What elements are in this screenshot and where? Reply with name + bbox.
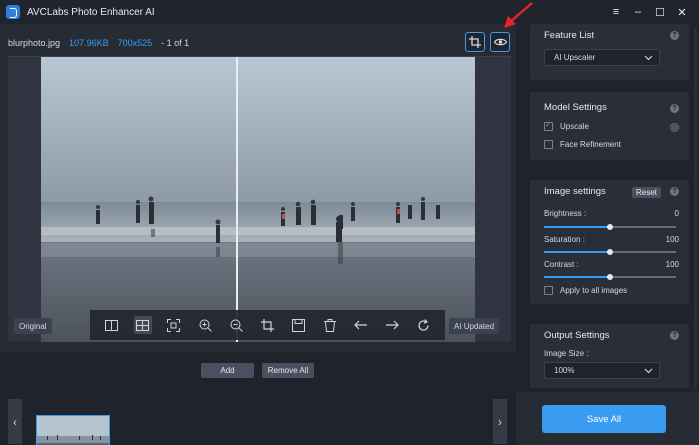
crop-icon[interactable] (258, 316, 276, 334)
close-icon[interactable]: ✕ (671, 6, 693, 19)
image-size-label: Image Size : (544, 349, 589, 358)
crop-tool-button[interactable] (465, 32, 485, 52)
image-size-select[interactable]: 100% (544, 362, 660, 379)
title-bar: AVCLabs Photo Enhancer AI ≡ – ☐ ✕ (0, 0, 699, 24)
saturation-slider-knob[interactable] (607, 249, 613, 255)
chevron-down-icon (644, 368, 653, 374)
compare-split-handle[interactable] (236, 57, 238, 342)
image-settings-title: Image settings (544, 186, 606, 197)
saturation-slider[interactable] (544, 249, 676, 255)
brightness-value: 0 (674, 209, 679, 218)
checkbox-icon (544, 286, 553, 295)
checkbox-checked-icon (544, 120, 553, 131)
output-settings-title: Output Settings (544, 330, 610, 341)
remove-all-button[interactable]: Remove All (262, 363, 314, 378)
saturation-value: 100 (665, 235, 679, 244)
upscale-label: Upscale (560, 122, 589, 131)
face-refinement-checkbox[interactable]: Face Refinement (544, 140, 621, 149)
image-toolbar (90, 310, 445, 340)
output-settings-card: Output Settings ? Image Size : 100% (530, 324, 689, 388)
help-icon[interactable]: ? (670, 187, 679, 196)
feature-select[interactable]: AI Upscaler (544, 49, 660, 66)
apply-all-checkbox[interactable]: Apply to all images (544, 286, 627, 295)
app-logo-icon (6, 5, 20, 19)
saturation-slider-fill (544, 251, 610, 253)
model-settings-card: Model Settings ? Upscale ⚙ Face Refineme… (530, 92, 689, 160)
saturation-label: Saturation : (544, 235, 585, 244)
contrast-slider-knob[interactable] (607, 274, 613, 280)
maximize-icon[interactable]: ☐ (649, 6, 671, 19)
file-name: blurphoto.jpg (8, 38, 61, 48)
image-settings-card: Image settings Reset ? Brightness : 0 Sa… (530, 180, 689, 304)
add-button[interactable]: Add (201, 363, 254, 378)
fit-screen-icon[interactable] (165, 316, 183, 334)
chevron-left-icon[interactable]: ‹ (8, 399, 22, 444)
file-size: 107.96KB (69, 38, 109, 48)
file-info: blurphoto.jpg 107.96KB 700x525 - 1 of 1 (8, 38, 189, 48)
help-icon[interactable]: ? (670, 31, 679, 40)
brightness-slider[interactable] (544, 224, 676, 230)
grid-view-icon[interactable] (133, 316, 152, 334)
split-view-icon[interactable] (103, 316, 121, 334)
settings-panel: Feature List ? AI Upscaler Model Setting… (516, 24, 699, 445)
save-icon[interactable] (290, 316, 308, 334)
chevron-right-icon[interactable]: › (493, 399, 507, 444)
previous-arrow-icon[interactable] (352, 316, 370, 334)
workspace: blurphoto.jpg 107.96KB 700x525 - 1 of 1 (0, 24, 516, 445)
zoom-out-icon[interactable] (227, 316, 245, 334)
preview-toggle-button[interactable] (490, 32, 510, 52)
thumbnail-strip: Add Remove All ‹ › (0, 352, 516, 445)
brightness-slider-fill (544, 226, 610, 228)
annotation-arrow-icon (504, 2, 533, 28)
panel-footer: Save All (516, 392, 699, 445)
menu-icon[interactable]: ≡ (605, 6, 627, 18)
apply-all-label: Apply to all images (560, 286, 628, 295)
chevron-down-icon (644, 55, 653, 61)
brightness-slider-knob[interactable] (607, 224, 613, 230)
reset-button[interactable]: Reset (632, 187, 661, 198)
checkbox-icon (544, 140, 553, 149)
file-count: - 1 of 1 (161, 38, 190, 48)
app-title: AVCLabs Photo Enhancer AI (27, 6, 155, 18)
ai-updated-label: AI Updated (449, 318, 500, 334)
contrast-label: Contrast : (544, 260, 579, 269)
face-refinement-label: Face Refinement (560, 140, 621, 149)
feature-list-card: Feature List ? AI Upscaler (530, 24, 689, 80)
original-label: Original (14, 318, 52, 334)
feature-select-value: AI Upscaler (554, 53, 596, 62)
crop-icon (469, 36, 481, 48)
image-size-value: 100% (554, 366, 575, 375)
beach-photo (41, 57, 475, 342)
rotate-icon[interactable] (414, 316, 432, 334)
thumbnail-image[interactable] (36, 415, 110, 445)
help-icon[interactable]: ? (670, 331, 679, 340)
model-settings-title: Model Settings (544, 102, 607, 113)
file-dimensions: 700x525 (117, 38, 153, 48)
delete-icon[interactable] (321, 316, 339, 334)
minimize-icon[interactable]: – (627, 6, 649, 18)
eye-icon (493, 38, 507, 46)
zoom-in-icon[interactable] (196, 316, 214, 334)
window-controls: ≡ – ☐ ✕ (605, 0, 693, 24)
brightness-label: Brightness : (544, 209, 587, 218)
next-arrow-icon[interactable] (383, 316, 401, 334)
save-all-button[interactable]: Save All (542, 405, 666, 433)
upscale-checkbox[interactable]: Upscale (544, 120, 589, 131)
settings-gear-icon[interactable]: ⚙ (670, 123, 679, 132)
image-viewer[interactable]: Original AI Updated (8, 56, 511, 342)
feature-list-title: Feature List (544, 30, 595, 41)
panel-scrollbar[interactable] (694, 28, 697, 388)
contrast-slider-fill (544, 276, 610, 278)
help-icon[interactable]: ? (670, 104, 679, 113)
contrast-slider[interactable] (544, 274, 676, 280)
contrast-value: 100 (665, 260, 679, 269)
